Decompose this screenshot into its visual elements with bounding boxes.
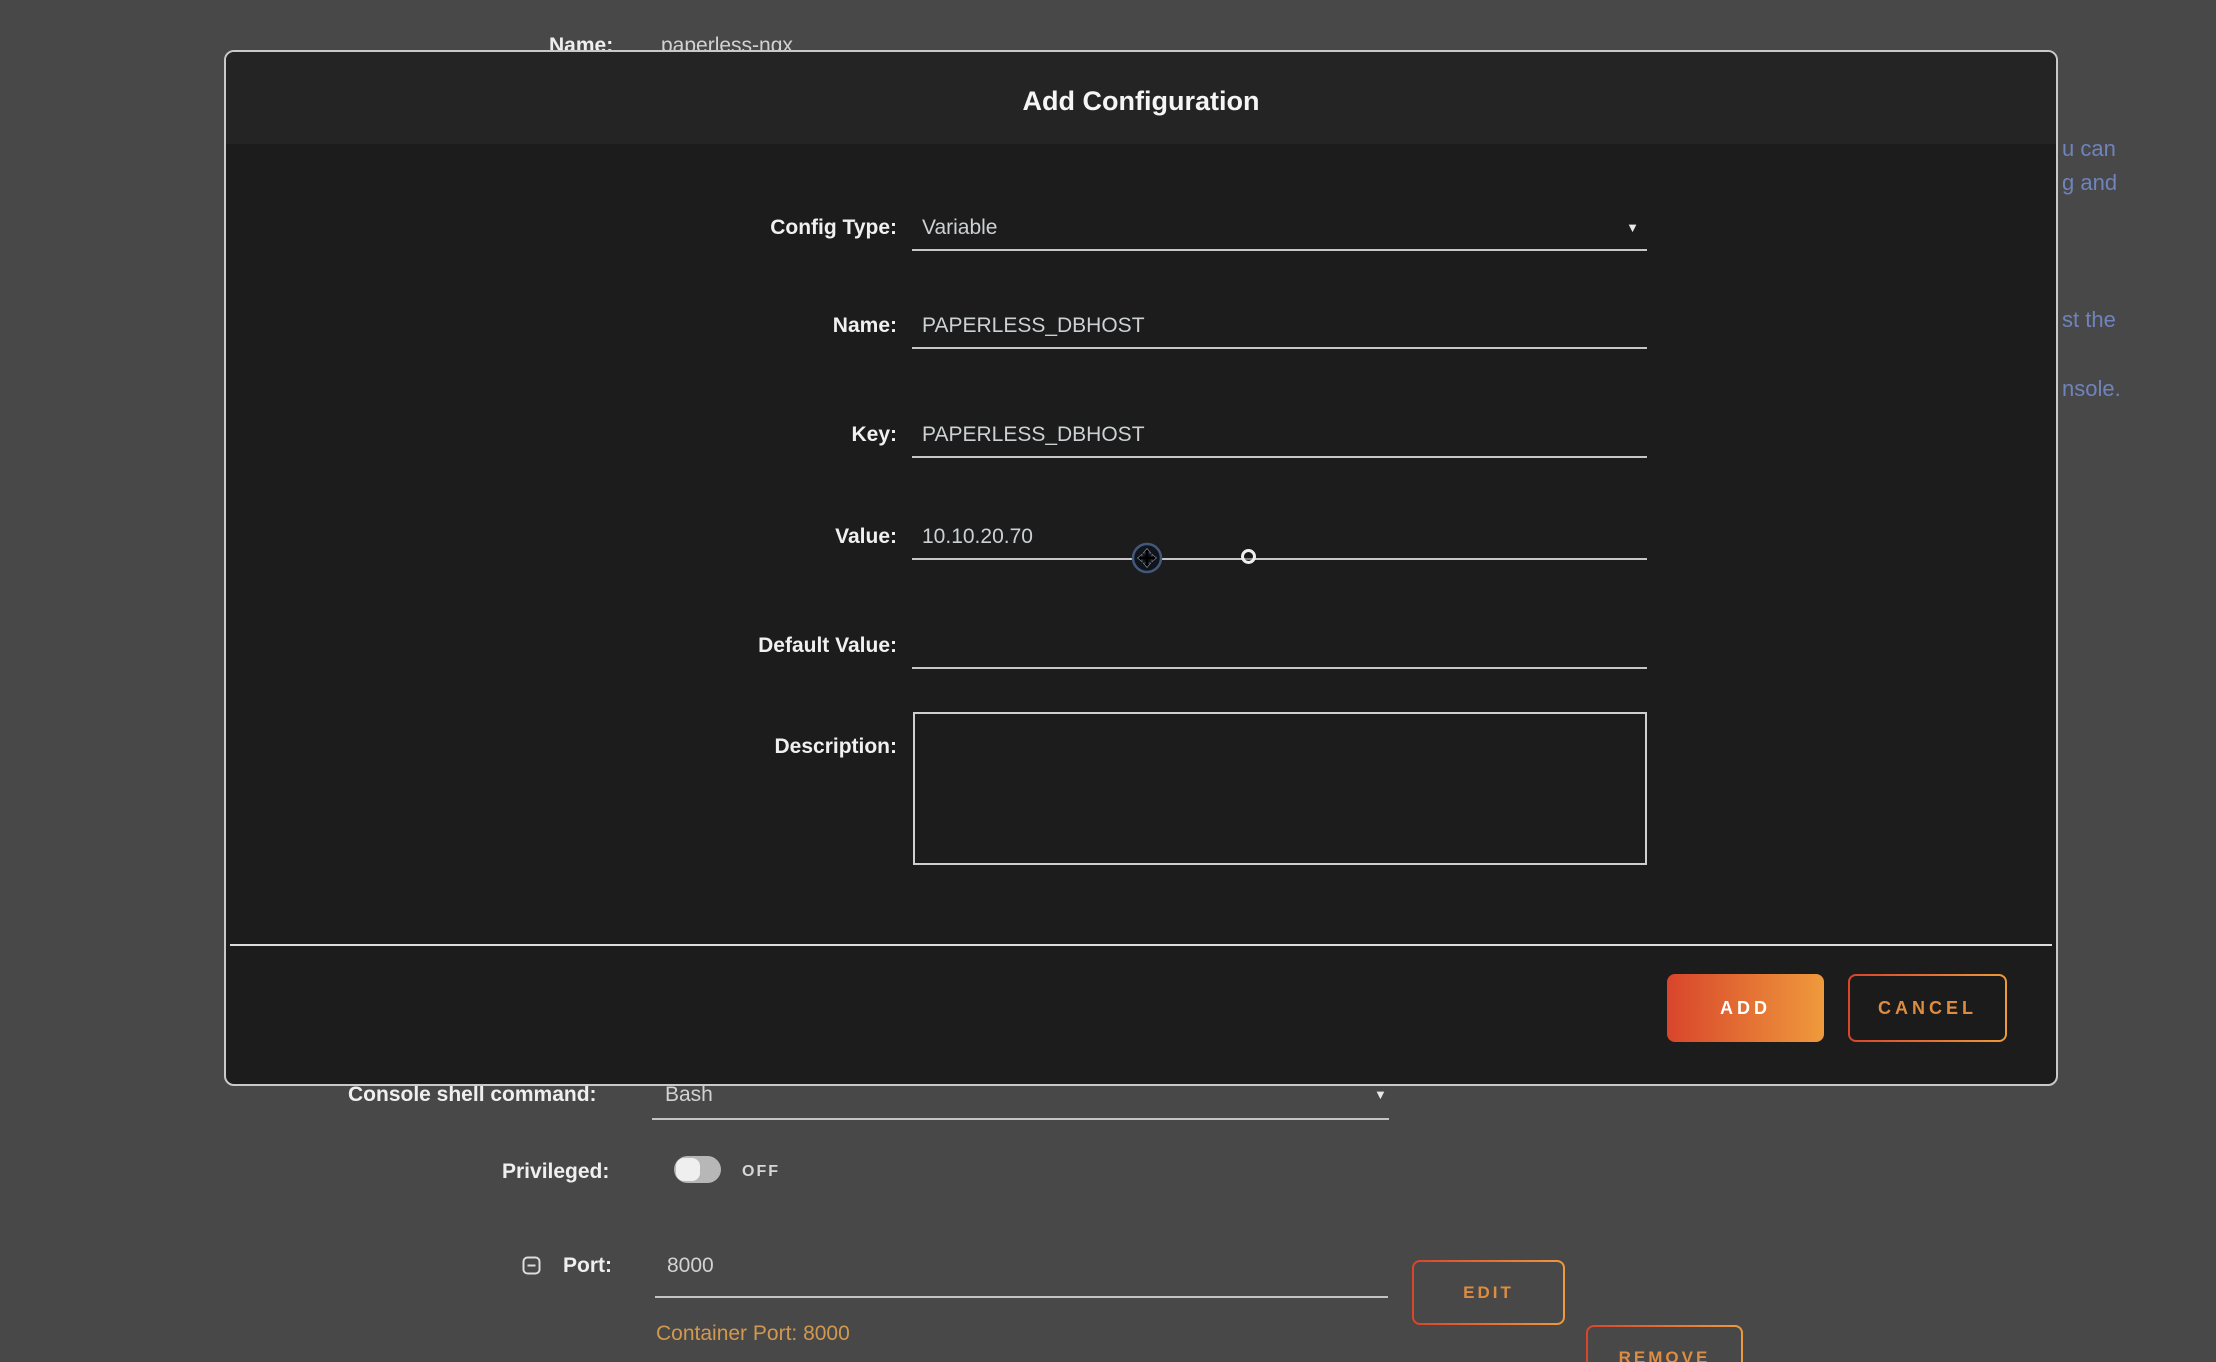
- chevron-down-icon: ▼: [1626, 205, 1639, 251]
- description-label: Description:: [226, 724, 897, 770]
- key-value: PAPERLESS_DBHOST: [922, 423, 1145, 446]
- config-type-select[interactable]: Variable ▼: [912, 205, 1647, 251]
- cancel-button[interactable]: CANCEL: [1848, 974, 2007, 1042]
- help-text-fragment: g and: [2062, 166, 2121, 200]
- port-underline: [655, 1296, 1388, 1298]
- key-label: Key:: [226, 412, 897, 458]
- help-text-fragment: st the: [2062, 303, 2121, 337]
- add-button-label: ADD: [1720, 998, 1771, 1019]
- name-input[interactable]: PAPERLESS_DBHOST: [912, 303, 1647, 349]
- modal-footer-divider: [230, 944, 2052, 946]
- pointer-ring-icon: [1241, 549, 1256, 564]
- console-shell-label: Console shell command:: [348, 1083, 597, 1107]
- help-text-fragment: nsole.: [2062, 372, 2121, 406]
- modal-title: Add Configuration: [226, 52, 2056, 150]
- console-shell-underline: [652, 1118, 1389, 1120]
- container-port-note: Container Port: 8000: [656, 1322, 850, 1346]
- privileged-toggle[interactable]: [674, 1156, 721, 1183]
- edit-button[interactable]: EDIT: [1412, 1260, 1565, 1325]
- remove-button[interactable]: REMOVE: [1586, 1325, 1743, 1362]
- description-textarea[interactable]: [913, 712, 1647, 865]
- value-label: Value:: [226, 514, 897, 560]
- key-input[interactable]: PAPERLESS_DBHOST: [912, 412, 1647, 458]
- modal-header: Add Configuration: [226, 52, 2056, 144]
- name-label: Name:: [226, 303, 897, 349]
- privileged-state: OFF: [742, 1163, 780, 1181]
- value-input[interactable]: 10.10.20.70: [912, 514, 1647, 560]
- add-button[interactable]: ADD: [1667, 974, 1824, 1042]
- help-text-column: u can g and st the nsole.: [2062, 132, 2121, 406]
- name-value: PAPERLESS_DBHOST: [922, 314, 1145, 337]
- config-type-value: Variable: [922, 216, 998, 239]
- container-settings-page: Name: paperless-ngx u can g and st the n…: [0, 0, 2216, 1362]
- default-value-input[interactable]: [912, 623, 1647, 669]
- privileged-label: Privileged:: [502, 1160, 609, 1184]
- chevron-down-icon[interactable]: ▼: [1374, 1087, 1387, 1102]
- edit-button-label: EDIT: [1463, 1283, 1514, 1303]
- help-text-fragment: u can: [2062, 132, 2121, 166]
- value-value: 10.10.20.70: [922, 525, 1033, 548]
- port-input[interactable]: 8000: [667, 1254, 714, 1278]
- remove-button-label: REMOVE: [1619, 1348, 1711, 1362]
- config-type-label: Config Type:: [226, 205, 897, 251]
- cancel-button-label: CANCEL: [1878, 998, 1977, 1019]
- move-cursor-icon: [1131, 542, 1163, 574]
- port-label: Port:: [563, 1254, 612, 1278]
- toggle-knob: [676, 1158, 700, 1181]
- console-shell-select[interactable]: Bash: [665, 1083, 713, 1107]
- default-value-label: Default Value:: [226, 623, 897, 669]
- collapse-icon[interactable]: [522, 1256, 541, 1275]
